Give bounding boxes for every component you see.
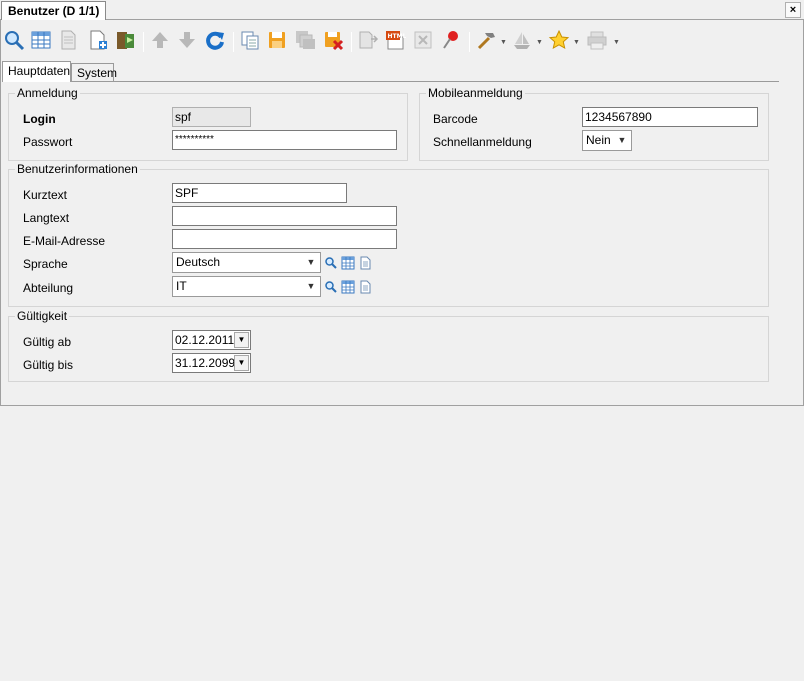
copy-icon <box>241 31 259 50</box>
password-field[interactable]: ********** <box>172 130 397 150</box>
barcode-label: Barcode <box>433 112 478 126</box>
group-title-mobileanmeldung: Mobileanmeldung <box>426 86 525 100</box>
refresh-icon <box>206 31 224 50</box>
search-button[interactable] <box>2 28 26 52</box>
tools-dropdown-icon[interactable]: ▼ <box>500 39 507 46</box>
tab-system[interactable]: System <box>71 63 117 82</box>
barcode-field[interactable]: 1234567890 <box>582 107 758 127</box>
tab-page-hauptdaten: Anmeldung Login spf Passwort ********** … <box>2 81 779 391</box>
kurztext-label: Kurztext <box>23 188 68 202</box>
chevron-down-icon: ▼ <box>617 135 627 145</box>
calendar-dropdown-icon[interactable]: ▼ <box>234 332 249 348</box>
kurztext-field[interactable]: SPF <box>172 183 347 203</box>
gueltig-ab-datepicker[interactable]: 02.12.2011 ▼ <box>172 330 251 350</box>
tab-hauptdaten[interactable]: Hauptdaten <box>2 61 71 82</box>
save-button[interactable] <box>265 28 289 52</box>
print-button[interactable] <box>585 28 609 52</box>
document-icon[interactable] <box>358 256 372 270</box>
arrow-down-icon <box>179 32 195 48</box>
close-button[interactable]: × <box>785 2 801 18</box>
door-exit-icon <box>117 32 134 49</box>
save-all-button[interactable] <box>293 28 317 52</box>
pin-icon <box>443 31 458 49</box>
pin-button[interactable] <box>439 28 463 52</box>
favorites-button[interactable] <box>547 28 571 52</box>
calendar-dropdown-icon[interactable]: ▼ <box>234 355 249 371</box>
refresh-button[interactable] <box>203 28 227 52</box>
excel-export-button[interactable] <box>411 28 435 52</box>
login-field[interactable]: spf <box>172 107 251 127</box>
document-tab[interactable]: Benutzer (D 1/1) <box>1 1 107 21</box>
magnifier-icon <box>5 31 25 51</box>
gueltig-bis-label: Gültig bis <box>23 358 74 372</box>
gueltig-ab-value: 02.12.2011 <box>175 333 235 347</box>
sailboat-icon <box>514 32 530 49</box>
email-field[interactable] <box>172 229 397 249</box>
sprache-label: Sprache <box>23 257 68 271</box>
sprache-value: Deutsch <box>176 255 221 269</box>
abteilung-value: IT <box>176 279 187 293</box>
export-button[interactable] <box>356 28 380 52</box>
login-label: Login <box>23 112 56 126</box>
document-tab-bar: Benutzer (D 1/1) × <box>0 0 804 21</box>
langtext-field[interactable] <box>172 206 397 226</box>
exit-button[interactable] <box>113 28 137 52</box>
document-icon[interactable] <box>358 280 372 294</box>
move-down-button[interactable] <box>175 28 199 52</box>
group-benutzerinformationen: Benutzerinformationen Kurztext SPF Langt… <box>8 162 769 307</box>
new-document-button[interactable] <box>56 28 80 52</box>
gueltig-bis-datepicker[interactable]: 31.12.2099 ▼ <box>172 353 251 373</box>
table-icon[interactable] <box>341 256 355 270</box>
document-add-icon <box>90 30 107 50</box>
email-label: E-Mail-Adresse <box>23 234 106 248</box>
langtext-label: Langtext <box>23 211 70 225</box>
search-icon[interactable] <box>324 256 338 270</box>
gueltig-bis-value: 31.12.2099 <box>175 356 236 370</box>
passwort-label: Passwort <box>23 135 73 149</box>
group-anmeldung: Anmeldung Login spf Passwort ********** <box>8 86 408 161</box>
document-icon <box>61 30 76 50</box>
schnellanmeldung-label: Schnellanmeldung <box>433 135 532 149</box>
save-delete-icon <box>325 32 344 51</box>
excel-icon <box>414 31 432 49</box>
gueltig-ab-label: Gültig ab <box>23 335 72 349</box>
html-export-button[interactable]: HTML <box>383 28 407 52</box>
ship-button[interactable] <box>510 28 534 52</box>
table-icon[interactable] <box>341 280 355 294</box>
move-up-button[interactable] <box>148 28 172 52</box>
group-gueltigkeit: Gültigkeit Gültig ab 02.12.2011 ▼ Gültig… <box>8 309 769 382</box>
schnellanmeldung-value: Nein <box>586 133 611 147</box>
chevron-down-icon: ▼ <box>306 257 316 267</box>
save-icon <box>269 32 285 48</box>
abteilung-select[interactable]: IT ▼ <box>172 276 321 297</box>
toolbar: HTML ▼ ▼ ▼ ▼ <box>0 23 640 59</box>
group-mobileanmeldung: Mobileanmeldung Barcode 1234567890 Schne… <box>419 86 769 161</box>
printer-icon <box>587 31 607 50</box>
table-view-button[interactable] <box>29 28 53 52</box>
table-icon <box>31 31 51 49</box>
schnellanmeldung-select[interactable]: Nein ▼ <box>582 130 632 151</box>
html-icon: HTML <box>386 31 407 50</box>
tools-button[interactable] <box>474 28 498 52</box>
save-delete-button[interactable] <box>321 28 345 52</box>
search-icon[interactable] <box>324 280 338 294</box>
svg-text:HTML: HTML <box>388 33 407 40</box>
arrow-up-icon <box>152 32 168 48</box>
copy-button[interactable] <box>238 28 262 52</box>
ship-dropdown-icon[interactable]: ▼ <box>536 39 543 46</box>
group-title-gueltigkeit: Gültigkeit <box>15 309 70 323</box>
star-icon <box>548 29 570 49</box>
favorites-dropdown-icon[interactable]: ▼ <box>573 39 580 46</box>
group-title-anmeldung: Anmeldung <box>15 86 80 100</box>
add-document-button[interactable] <box>86 28 110 52</box>
group-title-benutzerinformationen: Benutzerinformationen <box>15 162 140 176</box>
sprache-select[interactable]: Deutsch ▼ <box>172 252 321 273</box>
abteilung-label: Abteilung <box>23 281 74 295</box>
save-all-icon <box>296 31 315 49</box>
print-dropdown-icon[interactable]: ▼ <box>613 39 620 46</box>
chevron-down-icon: ▼ <box>306 281 316 291</box>
hammer-icon <box>477 33 495 50</box>
document-export-icon <box>359 31 379 49</box>
